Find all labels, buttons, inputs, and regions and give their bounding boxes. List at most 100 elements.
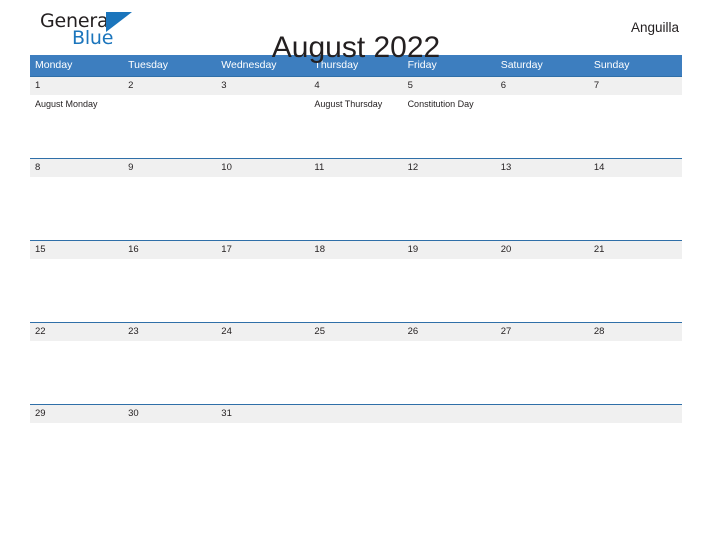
day-cell[interactable] <box>309 259 402 322</box>
day-number[interactable]: 30 <box>123 405 216 423</box>
week-event-band <box>30 423 682 433</box>
day-cell[interactable] <box>216 341 309 404</box>
day-cell[interactable] <box>589 341 682 404</box>
day-cell[interactable]: Constitution Day <box>403 95 496 158</box>
day-number-empty <box>309 405 402 423</box>
day-number[interactable]: 1 <box>30 77 123 95</box>
calendar-week-row: 15 16 17 18 19 20 21 <box>30 240 682 322</box>
day-cell[interactable] <box>403 259 496 322</box>
day-number[interactable]: 6 <box>496 77 589 95</box>
weekday-header-thursday: Thursday <box>314 59 359 71</box>
calendar-grid: Monday Tuesday Wednesday Thursday Friday… <box>30 55 682 433</box>
day-cell <box>403 423 496 433</box>
weekday-header-row: Monday Tuesday Wednesday Thursday Friday… <box>30 55 682 76</box>
day-cell <box>309 423 402 433</box>
day-number[interactable]: 21 <box>589 241 682 259</box>
day-cell <box>496 423 589 433</box>
day-cell[interactable] <box>496 341 589 404</box>
weekday-header-saturday: Saturday <box>500 59 543 71</box>
day-number[interactable]: 2 <box>123 77 216 95</box>
day-cell[interactable] <box>403 177 496 240</box>
day-cell[interactable] <box>30 259 123 322</box>
day-cell[interactable] <box>589 259 682 322</box>
day-number[interactable]: 4 <box>309 77 402 95</box>
day-number[interactable]: 27 <box>496 323 589 341</box>
event-label: August Thursday <box>314 99 383 109</box>
calendar-week-row: 1 2 3 4 5 6 7 August Monday August Thurs… <box>30 76 682 158</box>
day-number[interactable]: 31 <box>216 405 309 423</box>
day-cell[interactable] <box>589 95 682 158</box>
day-cell[interactable] <box>123 259 216 322</box>
blue-triangle-flag-icon <box>106 11 132 32</box>
day-number[interactable]: 7 <box>589 77 682 95</box>
week-event-band <box>30 177 682 240</box>
day-number[interactable]: 13 <box>496 159 589 177</box>
day-cell <box>589 423 682 433</box>
day-number[interactable]: 23 <box>123 323 216 341</box>
day-number[interactable]: 17 <box>216 241 309 259</box>
day-number[interactable]: 16 <box>123 241 216 259</box>
day-cell[interactable] <box>30 341 123 404</box>
week-event-band: August Monday August Thursday Constituti… <box>30 95 682 158</box>
day-number[interactable]: 18 <box>309 241 402 259</box>
general-blue-logo[interactable]: General Blue <box>30 9 150 51</box>
weekday-header-monday: Monday <box>35 59 73 71</box>
week-event-band <box>30 259 682 322</box>
day-cell[interactable] <box>496 177 589 240</box>
day-number[interactable]: 15 <box>30 241 123 259</box>
day-cell[interactable] <box>123 95 216 158</box>
week-event-band <box>30 341 682 404</box>
day-cell[interactable] <box>123 423 216 433</box>
day-number[interactable]: 12 <box>403 159 496 177</box>
day-cell[interactable] <box>30 423 123 433</box>
calendar-week-row: 29 30 31 <box>30 404 682 433</box>
day-cell[interactable] <box>216 259 309 322</box>
day-number[interactable]: 20 <box>496 241 589 259</box>
weekday-header-wednesday: Wednesday <box>221 59 277 71</box>
day-cell[interactable] <box>30 177 123 240</box>
day-cell[interactable] <box>123 341 216 404</box>
day-cell[interactable] <box>403 341 496 404</box>
day-number[interactable]: 24 <box>216 323 309 341</box>
day-number-empty <box>403 405 496 423</box>
calendar-page: General Blue August 2022 Anguilla Monday… <box>0 0 712 550</box>
day-cell[interactable]: August Monday <box>30 95 123 158</box>
day-number[interactable]: 9 <box>123 159 216 177</box>
event-label: Constitution Day <box>407 99 474 109</box>
event-label: August Monday <box>35 99 98 109</box>
day-number[interactable]: 25 <box>309 323 402 341</box>
day-number[interactable]: 26 <box>403 323 496 341</box>
day-cell[interactable] <box>216 95 309 158</box>
day-number[interactable]: 14 <box>589 159 682 177</box>
page-header: General Blue August 2022 Anguilla <box>0 0 712 64</box>
day-number[interactable]: 29 <box>30 405 123 423</box>
day-cell[interactable] <box>216 177 309 240</box>
weekday-header-friday: Friday <box>407 59 437 71</box>
week-date-band: 22 23 24 25 26 27 28 <box>30 322 682 341</box>
day-cell[interactable] <box>309 177 402 240</box>
weekday-header-sunday: Sunday <box>593 59 630 71</box>
calendar-week-row: 8 9 10 11 12 13 14 <box>30 158 682 240</box>
day-cell[interactable]: August Thursday <box>309 95 402 158</box>
day-number[interactable]: 5 <box>403 77 496 95</box>
day-number[interactable]: 11 <box>309 159 402 177</box>
day-number-empty <box>589 405 682 423</box>
day-number[interactable]: 19 <box>403 241 496 259</box>
day-cell[interactable] <box>496 95 589 158</box>
week-date-band: 15 16 17 18 19 20 21 <box>30 240 682 259</box>
day-cell[interactable] <box>309 341 402 404</box>
day-number[interactable]: 3 <box>216 77 309 95</box>
day-number[interactable]: 8 <box>30 159 123 177</box>
weekday-header-tuesday: Tuesday <box>128 59 169 71</box>
day-cell[interactable] <box>496 259 589 322</box>
day-cell[interactable] <box>123 177 216 240</box>
week-date-band: 1 2 3 4 5 6 7 <box>30 76 682 95</box>
day-cell[interactable] <box>589 177 682 240</box>
location-label: Anguilla <box>630 20 679 35</box>
day-cell[interactable] <box>216 423 309 433</box>
calendar-week-row: 22 23 24 25 26 27 28 <box>30 322 682 404</box>
day-number[interactable]: 10 <box>216 159 309 177</box>
day-number[interactable]: 22 <box>30 323 123 341</box>
week-date-band: 8 9 10 11 12 13 14 <box>30 158 682 177</box>
day-number[interactable]: 28 <box>589 323 682 341</box>
